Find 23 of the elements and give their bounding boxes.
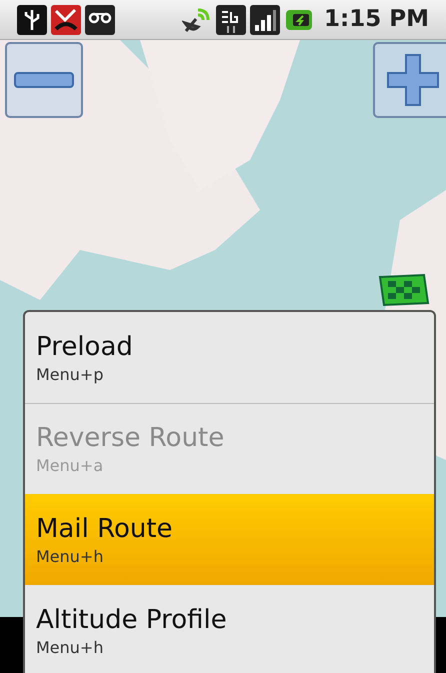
signal-icon — [250, 4, 280, 34]
menu-item-shortcut: Menu+h — [36, 546, 104, 568]
menu-item-shortcut: Menu+h — [36, 636, 104, 658]
flag-icon — [378, 273, 430, 309]
menu-item[interactable]: Altitude Profile Menu+h — [25, 585, 434, 673]
voicemail-icon — [85, 4, 115, 34]
usb-icon — [17, 4, 47, 34]
minus-icon — [14, 72, 74, 88]
network-icon — [216, 4, 246, 34]
missed-call-icon — [51, 4, 81, 34]
zoom-in-button[interactable] — [373, 42, 446, 118]
menu-item-label: Altitude Profile — [36, 604, 228, 636]
zoom-out-button[interactable] — [5, 42, 83, 118]
menu-item-shortcut: Menu+p — [36, 364, 104, 386]
menu-item-shortcut: Menu+a — [36, 455, 104, 477]
menu-item[interactable]: Mail Route Menu+h — [25, 494, 434, 585]
clock-time: 1:15 PM — [324, 5, 429, 34]
menu-item-label: Preload — [36, 330, 134, 364]
menu-item-label: Reverse Route — [36, 422, 226, 455]
menu-item-label: Mail Route — [36, 512, 174, 546]
battery-icon — [284, 8, 314, 32]
plus-icon — [387, 54, 439, 106]
menu-item[interactable]: Preload Menu+p — [25, 312, 434, 403]
